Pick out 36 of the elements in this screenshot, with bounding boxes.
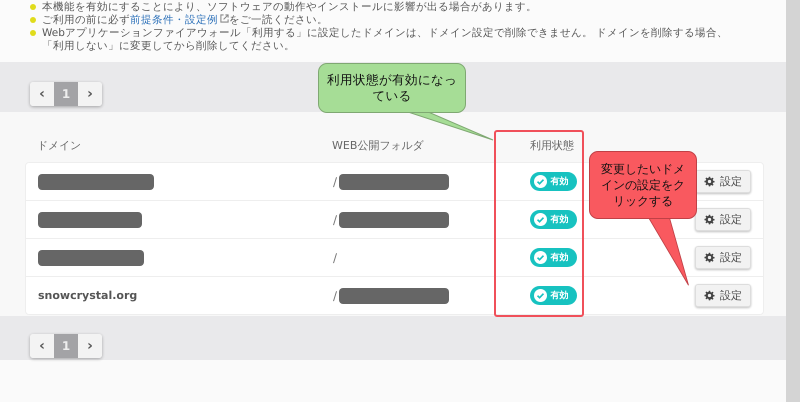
prev-page-button[interactable]: ‹ bbox=[30, 82, 54, 106]
check-icon bbox=[534, 175, 546, 188]
column-header: ドメイン bbox=[36, 138, 82, 152]
folder-text: / bbox=[333, 250, 338, 264]
domain-text: snowcrystal.org bbox=[38, 289, 138, 302]
bullet-icon bbox=[30, 4, 36, 10]
gear-icon bbox=[704, 252, 715, 263]
folder-text: / bbox=[333, 174, 338, 188]
note-link[interactable]: 前提条件・設定例 bbox=[130, 14, 229, 26]
column-header: WEB公開フォルダ bbox=[332, 138, 425, 154]
status-badge: 有効 bbox=[530, 172, 576, 191]
folder-text: / bbox=[333, 288, 338, 302]
check-icon bbox=[534, 213, 546, 226]
gear-icon bbox=[704, 290, 715, 301]
status-badge: 有効 bbox=[530, 210, 576, 229]
settings-button[interactable]: 設定 bbox=[695, 284, 751, 307]
check-icon bbox=[534, 289, 546, 302]
prev-page-button[interactable]: ‹ bbox=[30, 334, 54, 358]
status-badge: 有効 bbox=[530, 248, 576, 267]
gear-icon bbox=[704, 176, 715, 187]
note-text: 本機能を有効にすることにより、ソフトウェアの動作やインストールに影響が出る場合があります。 bbox=[42, 1, 538, 14]
settings-button[interactable]: 設定 bbox=[695, 208, 751, 231]
settings-button[interactable]: 設定 bbox=[695, 246, 751, 269]
gear-icon bbox=[704, 214, 715, 225]
next-page-button[interactable]: › bbox=[78, 82, 102, 106]
folder-text: / bbox=[333, 212, 338, 226]
column-header: 利用状態 bbox=[529, 138, 575, 152]
external-link-icon bbox=[220, 14, 229, 23]
settings-button[interactable]: 設定 bbox=[695, 170, 751, 193]
status-badge: 有効 bbox=[530, 286, 576, 305]
note-text: Webアプリケーションファイアウォール「利用する」に設定したドメインは、ドメイン設定で削除できません。 ドメインを削除する場合、「利用しない」に変更してから削除してください。 bbox=[42, 27, 730, 53]
bullet-icon bbox=[30, 17, 36, 23]
next-page-button[interactable]: › bbox=[78, 334, 102, 358]
check-icon bbox=[534, 251, 546, 264]
note-text: ご利用の前に必ず前提条件・設定例 をご一読ください。 bbox=[42, 14, 329, 27]
bullet-icon bbox=[30, 30, 36, 36]
